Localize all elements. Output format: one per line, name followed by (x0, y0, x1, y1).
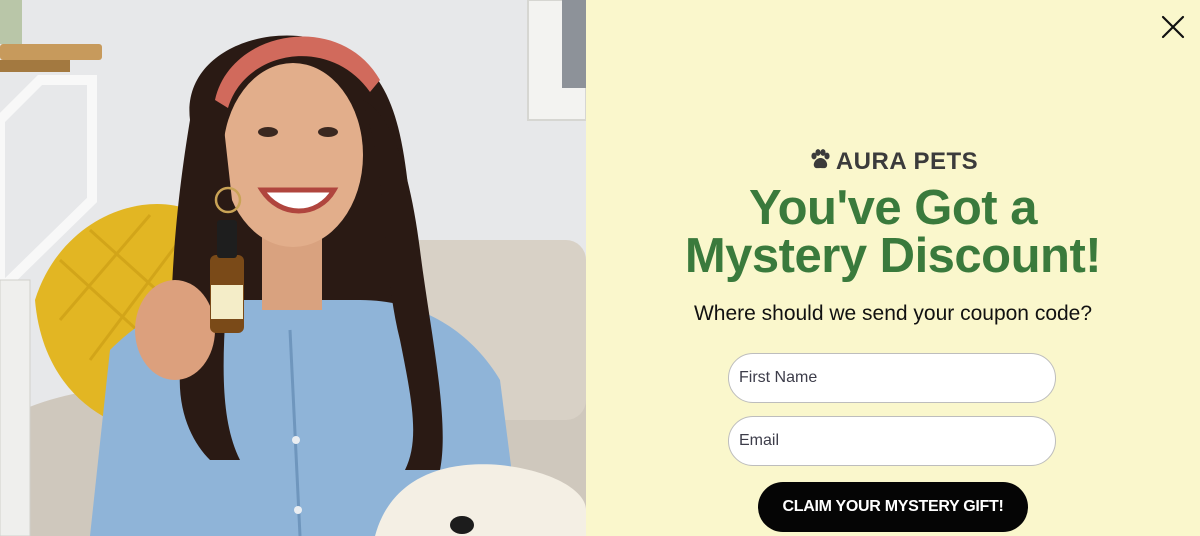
headline-line-1: You've Got a (749, 181, 1037, 235)
popup-subheading: Where should we send your coupon code? (693, 302, 1093, 325)
headline-line-2: Mystery Discount! (684, 229, 1102, 283)
brand-logo: AURA PETS (586, 148, 1200, 179)
signup-popup-panel: AURA PETS You've Got a Mystery Discount!… (586, 0, 1200, 536)
paw-icon (808, 148, 832, 179)
email-field[interactable] (728, 416, 1056, 466)
woman-holding-dropper-bottle-image (0, 0, 586, 536)
hero-photo (0, 0, 586, 536)
claim-gift-button[interactable]: CLAIM YOUR MYSTERY GIFT! (758, 482, 1028, 532)
close-icon[interactable] (1160, 14, 1186, 40)
brand-name: AURA PETS (835, 148, 979, 175)
first-name-field[interactable] (728, 353, 1056, 403)
popup-headline: You've Got a Mystery Discount! (586, 181, 1200, 283)
